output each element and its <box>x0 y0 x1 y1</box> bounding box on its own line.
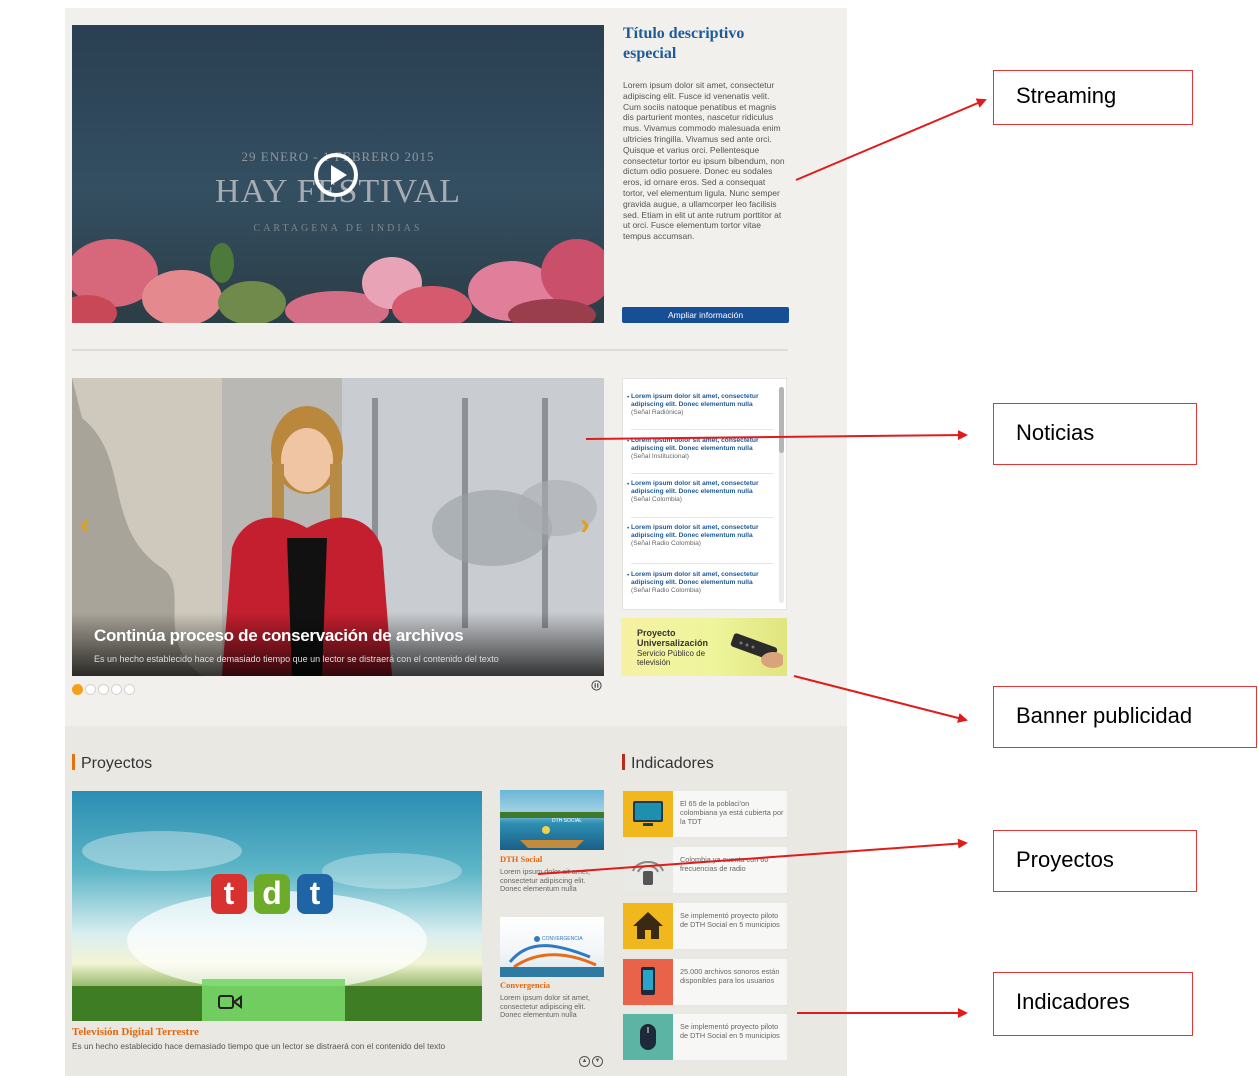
annotation-arrows <box>537 98 987 1018</box>
